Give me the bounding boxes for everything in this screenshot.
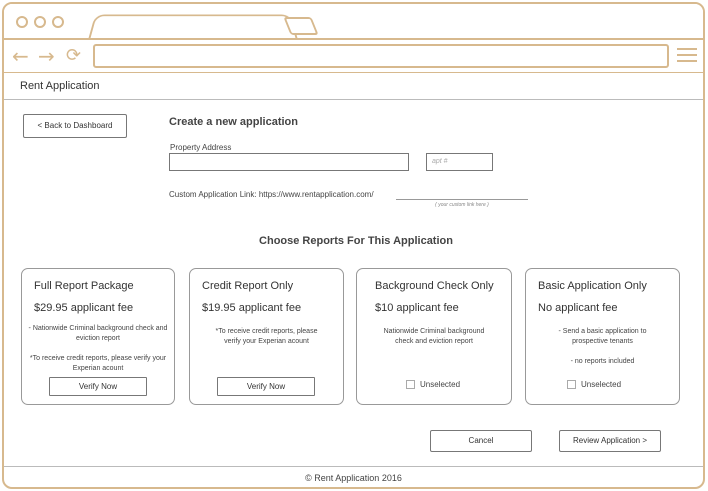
custom-link-row: Custom Application Link: https://www.ren… xyxy=(169,190,374,199)
card-description: - Nationwide Criminal background check a… xyxy=(28,325,168,342)
card-fee: No applicant fee xyxy=(538,302,618,314)
card-fee: $29.95 applicant fee xyxy=(34,302,134,314)
section-title: Create a new application xyxy=(169,116,298,128)
report-card-full-package[interactable]: Full Report Package $29.95 applicant fee… xyxy=(21,268,175,405)
cancel-button[interactable]: Cancel xyxy=(430,430,532,452)
hamburger-menu-icon[interactable] xyxy=(677,48,697,62)
card-title: Full Report Package xyxy=(34,280,134,292)
tabbar-divider xyxy=(4,38,703,40)
browser-chrome: ← → ⟳ xyxy=(4,4,703,72)
window-maximize-dot[interactable] xyxy=(52,16,64,28)
select-checkbox-row[interactable]: Unselected xyxy=(567,380,621,389)
select-checkbox[interactable] xyxy=(406,380,415,389)
browser-tab-active[interactable] xyxy=(88,14,298,40)
window-minimize-dot[interactable] xyxy=(34,16,46,28)
card-title: Credit Report Only xyxy=(202,280,294,292)
card-note: *To receive credit reports, please verif… xyxy=(215,328,318,345)
review-application-button[interactable]: Review Application > xyxy=(559,430,661,452)
apt-number-input[interactable]: apt # xyxy=(426,153,493,171)
back-to-dashboard-button[interactable]: < Back to Dashboard xyxy=(23,114,127,138)
report-card-background-only[interactable]: Background Check Only $10 applicant fee … xyxy=(356,268,512,405)
select-checkbox[interactable] xyxy=(567,380,576,389)
forward-arrow-icon[interactable]: → xyxy=(38,46,55,66)
app-title: Rent Application xyxy=(20,80,100,92)
card-fee: $10 applicant fee xyxy=(375,302,459,314)
window-close-dot[interactable] xyxy=(16,16,28,28)
card-fee: $19.95 applicant fee xyxy=(202,302,302,314)
checkbox-label: Unselected xyxy=(581,380,622,389)
verify-now-button[interactable]: Verify Now xyxy=(217,377,315,396)
verify-now-button[interactable]: Verify Now xyxy=(49,377,147,396)
card-description: - Send a basic application to prospectiv… xyxy=(558,328,647,345)
card-title: Background Check Only xyxy=(375,280,494,292)
reports-heading: Choose Reports For This Application xyxy=(259,235,453,247)
card-note: - no reports included xyxy=(570,358,635,365)
select-checkbox-row[interactable]: Unselected xyxy=(406,380,460,389)
card-title: Basic Application Only xyxy=(538,280,647,292)
custom-link-input[interactable] xyxy=(396,199,528,200)
card-description: Nationwide Criminal background check and… xyxy=(383,328,485,345)
checkbox-label: Unselected xyxy=(420,380,461,389)
report-card-credit-only[interactable]: Credit Report Only $19.95 applicant fee … xyxy=(189,268,344,405)
app-header: Rent Application xyxy=(4,73,703,100)
footer: © Rent Application 2016 xyxy=(4,466,703,487)
window-controls xyxy=(16,16,64,28)
card-note: *To receive credit reports, please verif… xyxy=(29,355,167,372)
back-arrow-icon[interactable]: ← xyxy=(12,46,29,66)
reload-icon[interactable]: ⟳ xyxy=(66,46,81,66)
property-address-input[interactable] xyxy=(169,153,409,171)
browser-window: ← → ⟳ Rent Application < Back to Dashboa… xyxy=(2,2,705,489)
new-tab-button[interactable] xyxy=(283,17,319,35)
report-card-basic-only[interactable]: Basic Application Only No applicant fee … xyxy=(525,268,680,405)
custom-link-label: Custom Application Link: https://www.ren… xyxy=(169,190,374,199)
custom-link-hint: ( your custom link here ) xyxy=(435,202,489,208)
url-bar[interactable] xyxy=(93,44,669,68)
property-address-label: Property Address xyxy=(170,143,232,152)
